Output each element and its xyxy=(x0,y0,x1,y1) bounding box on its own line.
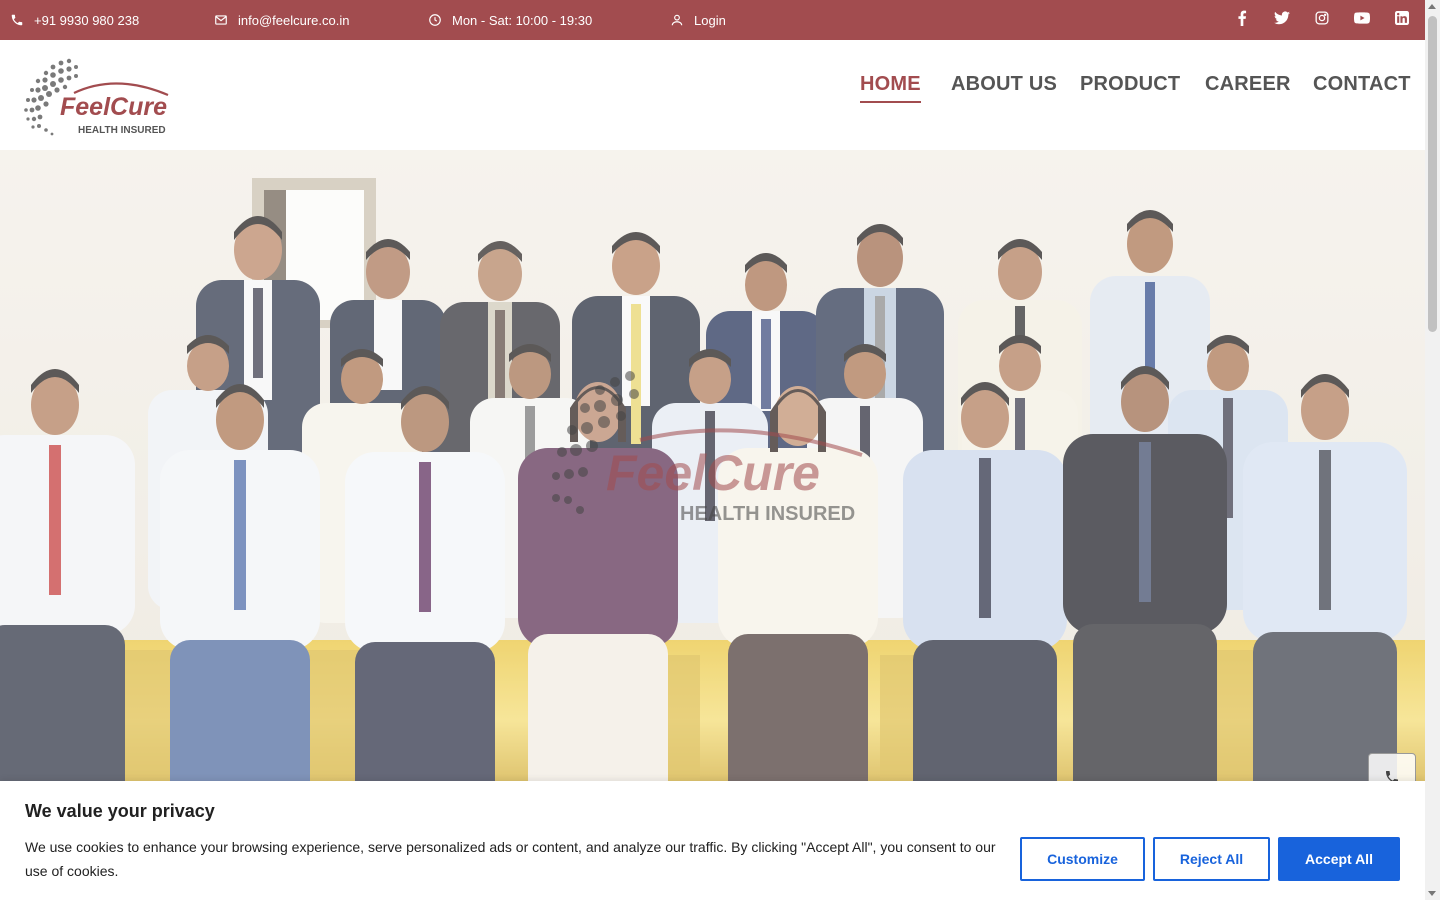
cookie-consent-banner: We value your privacy We use cookies to … xyxy=(0,781,1425,900)
cookie-description: We use cookies to enhance your browsing … xyxy=(25,839,996,879)
nav-contact[interactable]: CONTACT xyxy=(1313,73,1411,96)
site-header: FeelCure HEALTH INSURED HOME ABOUT US PR… xyxy=(0,40,1425,150)
customize-button[interactable]: Customize xyxy=(1020,837,1145,881)
phone-contact[interactable]: +91 9930 980 238 xyxy=(10,0,139,40)
phone-number: +91 9930 980 238 xyxy=(34,12,140,28)
login-link[interactable]: Login xyxy=(670,0,726,40)
page-scrollbar[interactable] xyxy=(1425,0,1440,900)
phone-icon xyxy=(11,14,23,26)
feelcure-logo[interactable]: FeelCure HEALTH INSURED xyxy=(16,53,176,139)
linkedin-icon[interactable] xyxy=(1394,10,1410,26)
nav-career[interactable]: CAREER xyxy=(1205,73,1291,96)
envelope-icon xyxy=(215,15,227,25)
team-photo-illustration: FeelCure HEALTH INSURED xyxy=(0,150,1425,800)
instagram-icon[interactable] xyxy=(1314,10,1330,26)
scroll-up-icon[interactable] xyxy=(1428,4,1436,9)
watermark-tagline: HEALTH INSURED xyxy=(680,503,855,525)
scroll-down-icon[interactable] xyxy=(1428,891,1436,896)
email-address: info@feelcure.co.in xyxy=(238,12,350,28)
twitter-icon[interactable] xyxy=(1274,10,1290,26)
page: +91 9930 980 238 info@feelcure.co.in Mon… xyxy=(0,0,1440,900)
cookie-title: We value your privacy xyxy=(25,801,215,821)
business-hours: Mon - Sat: 10:00 - 19:30 xyxy=(428,0,592,40)
logo-tagline: HEALTH INSURED xyxy=(78,125,166,136)
top-contact-bar: +91 9930 980 238 info@feelcure.co.in Mon… xyxy=(0,0,1425,40)
user-icon xyxy=(671,14,683,26)
nav-about-us[interactable]: ABOUT US xyxy=(951,73,1057,96)
login-label: Login xyxy=(694,12,726,28)
nav-home[interactable]: HOME xyxy=(860,73,921,103)
facebook-icon[interactable] xyxy=(1234,10,1250,26)
logo-text: FeelCure xyxy=(60,93,167,121)
youtube-icon[interactable] xyxy=(1354,10,1370,26)
scroll-thumb[interactable] xyxy=(1428,16,1437,332)
clock-icon xyxy=(429,14,441,26)
email-contact[interactable]: info@feelcure.co.in xyxy=(214,0,349,40)
watermark-text: FeelCure xyxy=(606,445,820,501)
accept-all-button[interactable]: Accept All xyxy=(1278,837,1400,881)
nav-product[interactable]: PRODUCT xyxy=(1080,73,1180,96)
hours-text: Mon - Sat: 10:00 - 19:30 xyxy=(452,12,593,28)
hero-team-photo: FeelCure HEALTH INSURED xyxy=(0,150,1425,800)
reject-all-button[interactable]: Reject All xyxy=(1153,837,1270,881)
